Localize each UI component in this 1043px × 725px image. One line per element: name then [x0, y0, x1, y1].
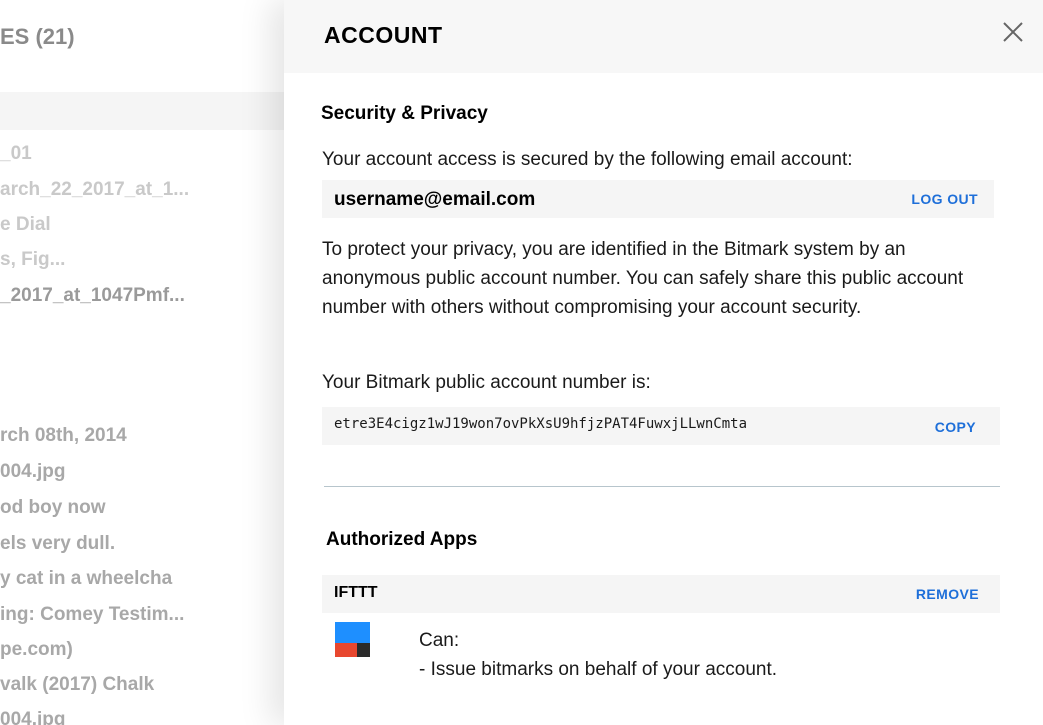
panel-title: ACCOUNT	[324, 22, 443, 48]
app-row-ifttt: IFTTT REMOVE	[322, 575, 1000, 613]
email-row: username@email.com LOG OUT	[322, 180, 994, 218]
list-item[interactable]: _01	[0, 142, 32, 166]
app-permission: - Issue bitmarks on behalf of your accou…	[419, 659, 778, 680]
close-icon[interactable]	[1001, 20, 1025, 44]
copy-button[interactable]: COPY	[935, 419, 976, 435]
file-list-panel: ES (21) _01 arch_22_2017_at_1... e Dial …	[0, 0, 284, 725]
list-item[interactable]: pe.com)	[0, 638, 73, 662]
email-intro-text: Your account access is secured by the fo…	[322, 149, 853, 170]
list-item[interactable]: els very dull.	[0, 532, 115, 556]
privacy-text: To protect your privacy, you are identif…	[322, 239, 964, 318]
list-item[interactable]: valk (2017) Chalk	[0, 673, 154, 697]
email-value: username@email.com	[334, 189, 536, 210]
list-item[interactable]: e Dial	[0, 213, 51, 237]
list-item[interactable]: ing: Comey Testim...	[0, 603, 184, 627]
app-name: IFTTT	[334, 584, 378, 601]
list-item[interactable]: s, Fig...	[0, 248, 65, 272]
remove-app-button[interactable]: REMOVE	[916, 586, 979, 602]
section-divider	[324, 486, 1000, 487]
account-number-row: etre3E4cigz1wJ19won7ovPkXsU9hfjzPAT4Fuwx…	[322, 407, 1000, 445]
authorized-apps-heading: Authorized Apps	[326, 529, 478, 550]
list-item[interactable]: rch 08th, 2014	[0, 424, 127, 448]
list-title: ES (21)	[0, 24, 75, 49]
list-section-bar	[0, 92, 284, 130]
ifttt-logo-icon	[335, 622, 370, 657]
account-number-value: etre3E4cigz1wJ19won7ovPkXsU9hfjzPAT4Fuwx…	[334, 416, 748, 432]
list-item[interactable]: 004.jpg	[0, 460, 65, 484]
panel-header: ACCOUNT	[284, 0, 1043, 73]
account-number-intro: Your Bitmark public account number is:	[322, 372, 651, 393]
list-item[interactable]: arch_22_2017_at_1...	[0, 178, 189, 202]
list-item[interactable]: _2017_at_1047Pmf...	[0, 284, 185, 308]
app-can-label: Can:	[419, 630, 460, 651]
list-item[interactable]: y cat in a wheelcha	[0, 567, 172, 591]
account-panel: ACCOUNT Security & Privacy Your account …	[284, 0, 1043, 725]
logout-button[interactable]: LOG OUT	[911, 191, 978, 207]
list-item[interactable]: od boy now	[0, 496, 106, 520]
list-item[interactable]: 004.jpg	[0, 708, 65, 725]
security-heading: Security & Privacy	[321, 103, 488, 124]
